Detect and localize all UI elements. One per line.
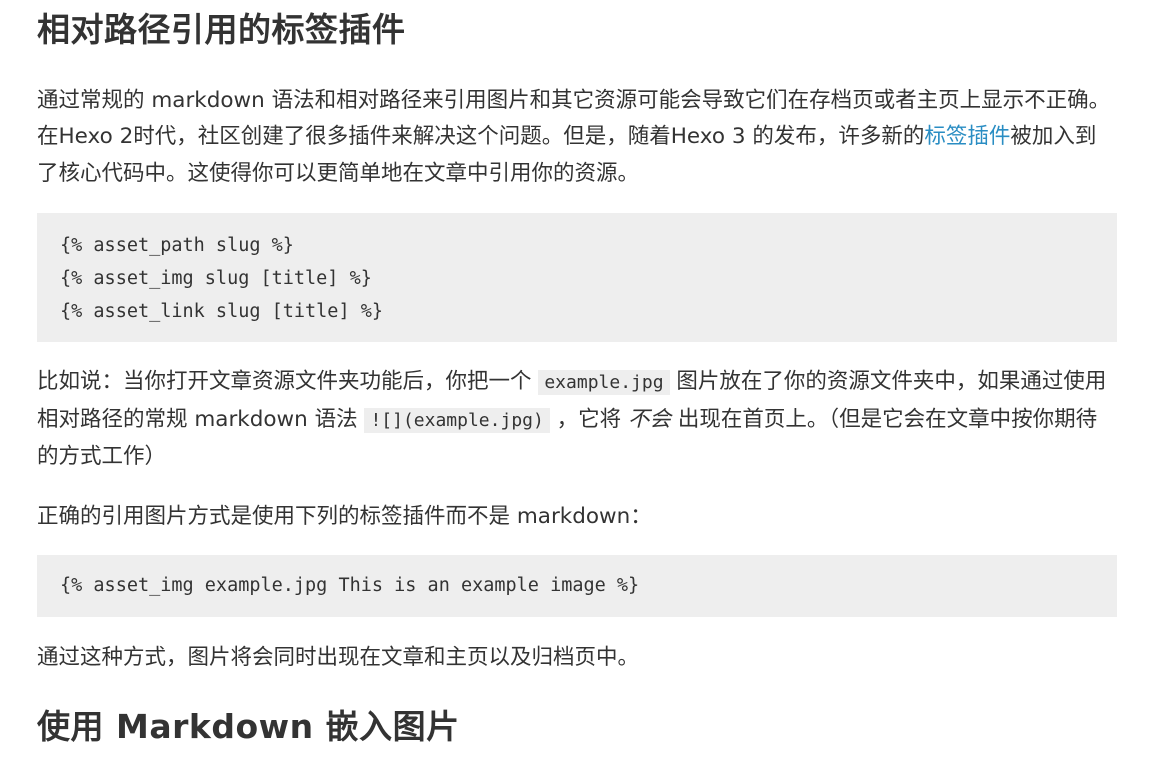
tag-plugins-link[interactable]: 标签插件	[924, 124, 1010, 149]
correct-usage-paragraph: 正确的引用图片方式是使用下列的标签插件而不是 markdown：	[37, 503, 652, 529]
inline-code-example-jpg: example.jpg	[538, 370, 670, 396]
article-content: 相对路径引用的标签插件 通过常规的 markdown 语法和相对路径来引用图片和…	[0, 0, 1160, 767]
code-line: {% asset_img example.jpg This is an exam…	[60, 575, 640, 597]
example-paragraph: 比如说：当你打开文章资源文件夹功能后，你把一个 example.jpg 图片放在…	[37, 364, 1117, 476]
intro-paragraph: 通过常规的 markdown 语法和相对路径来引用图片和其它资源可能会导致它们在…	[37, 83, 1117, 193]
result-paragraph: 通过这种方式，图片将会同时出现在文章和主页以及归档页中。	[37, 645, 640, 671]
section-heading-tag-plugins: 相对路径引用的标签插件	[37, 10, 406, 49]
section-heading-markdown-embed: 使用 Markdown 嵌入图片	[37, 706, 460, 746]
example-text-1: 比如说：当你打开文章资源文件夹功能后，你把一个	[37, 369, 539, 395]
example-text-3: ，它将	[549, 406, 628, 432]
code-line: {% asset_link slug [title] %}	[60, 301, 384, 323]
code-block-asset-img-example: {% asset_img example.jpg This is an exam…	[37, 555, 1117, 618]
code-line: {% asset_img slug [title] %}	[60, 268, 372, 290]
code-line: {% asset_path slug %}	[60, 235, 294, 257]
emphasis-not: 不会	[628, 406, 672, 432]
code-block-asset-tags: {% asset_path slug %} {% asset_img slug […	[37, 213, 1117, 343]
inline-code-markdown-image: ![](example.jpg)	[364, 407, 550, 433]
